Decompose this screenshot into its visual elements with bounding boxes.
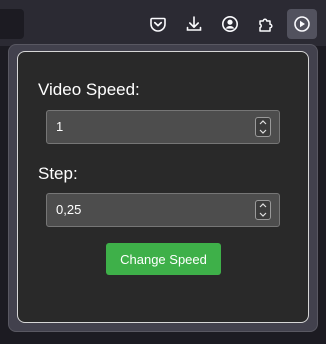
step-spinner[interactable] [255,200,271,220]
url-bar[interactable] [0,9,24,39]
video-speed-label: Video Speed: [38,80,140,99]
spinner-down-icon[interactable] [256,210,270,219]
video-speed-value: 1 [56,119,64,134]
download-icon [185,15,203,33]
video-speed-extension-icon [293,15,311,33]
extensions-button[interactable] [251,9,281,39]
spinner-up-icon[interactable] [256,201,270,210]
change-speed-button[interactable]: Change Speed [106,243,221,275]
video-speed-spinner[interactable] [255,117,271,137]
video-speed-extension-button[interactable] [287,9,317,39]
video-speed-input[interactable]: 1 [46,110,280,144]
browser-toolbar [0,0,326,46]
spinner-up-icon[interactable] [256,118,270,127]
pocket-icon [149,15,167,33]
step-input[interactable]: 0,25 [46,193,280,227]
step-value: 0,25 [56,202,82,217]
account-icon [221,15,239,33]
pocket-button[interactable] [143,9,173,39]
extensions-icon [257,15,275,33]
download-button[interactable] [179,9,209,39]
account-button[interactable] [215,9,245,39]
spinner-down-icon[interactable] [256,127,270,136]
step-label: Step: [38,164,78,183]
